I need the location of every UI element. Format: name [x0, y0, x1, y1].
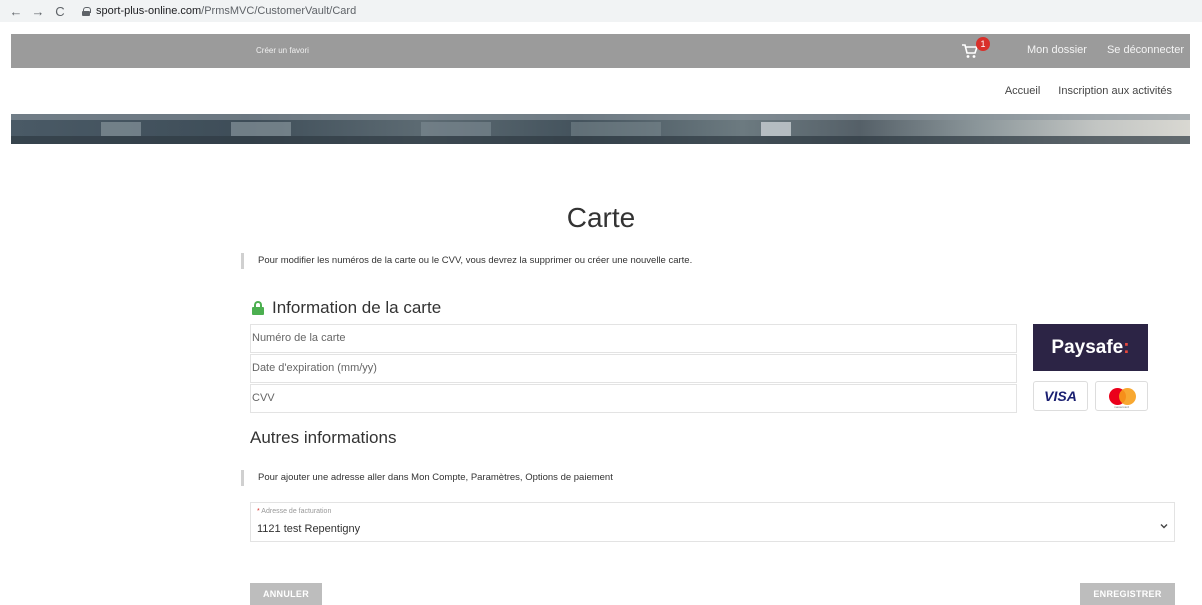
- nav-home[interactable]: Accueil: [1005, 85, 1040, 97]
- paysafe-logo: Paysafe:: [1033, 324, 1148, 371]
- card-number-field[interactable]: Numéro de la carte: [250, 324, 1017, 353]
- url-host: sport-plus-online.com: [96, 5, 202, 17]
- url-path: /PrmsMVC/CustomerVault/Card: [201, 5, 357, 17]
- secure-lock-icon: [82, 6, 91, 16]
- address-bar[interactable]: sport-plus-online.com/PrmsMVC/CustomerVa…: [96, 5, 356, 17]
- header-banner-image: [11, 114, 1190, 144]
- cvv-field[interactable]: CVV: [250, 384, 1017, 413]
- cart-count-badge: 1: [976, 37, 990, 51]
- billing-address-value: 1121 test Repentigny: [257, 523, 361, 535]
- lock-icon: [252, 301, 264, 315]
- site-top-bar: Créer un favori Mon dossier Se déconnect…: [11, 34, 1190, 68]
- save-button[interactable]: ENREGISTRER: [1080, 583, 1175, 605]
- card-section-title: Information de la carte: [272, 298, 442, 317]
- reload-icon[interactable]: C: [52, 4, 68, 19]
- main-nav: Accueil Inscription aux activités: [1005, 85, 1172, 97]
- browser-toolbar: ← → C sport-plus-online.com/PrmsMVC/Cust…: [0, 0, 1202, 22]
- create-favorite-link[interactable]: Créer un favori: [256, 46, 309, 55]
- address-note: Pour ajouter une adresse aller dans Mon …: [241, 470, 613, 486]
- cancel-button[interactable]: ANNULER: [250, 583, 322, 605]
- logout-link[interactable]: Se déconnecter: [1107, 44, 1184, 56]
- forward-arrow-icon[interactable]: →: [30, 4, 46, 19]
- expiry-date-field[interactable]: Date d'expiration (mm/yy): [250, 354, 1017, 383]
- my-file-link[interactable]: Mon dossier: [1027, 44, 1087, 56]
- mastercard-logo: mastercard: [1095, 381, 1148, 411]
- card-section-heading: Information de la carte: [252, 298, 441, 318]
- billing-address-label: * Adresse de facturation: [257, 508, 332, 515]
- other-info-heading: Autres informations: [250, 428, 397, 447]
- chevron-down-icon[interactable]: [1160, 517, 1168, 529]
- back-arrow-icon[interactable]: ←: [8, 4, 24, 19]
- card-edit-note: Pour modifier les numéros de la carte ou…: [241, 253, 692, 269]
- visa-logo: VISA: [1033, 381, 1088, 411]
- page-title: Carte: [566, 202, 636, 233]
- nav-registration[interactable]: Inscription aux activités: [1058, 85, 1172, 97]
- billing-address-select[interactable]: * Adresse de facturation 1121 test Repen…: [250, 502, 1175, 542]
- account-links: Mon dossier Se déconnecter: [1027, 44, 1184, 56]
